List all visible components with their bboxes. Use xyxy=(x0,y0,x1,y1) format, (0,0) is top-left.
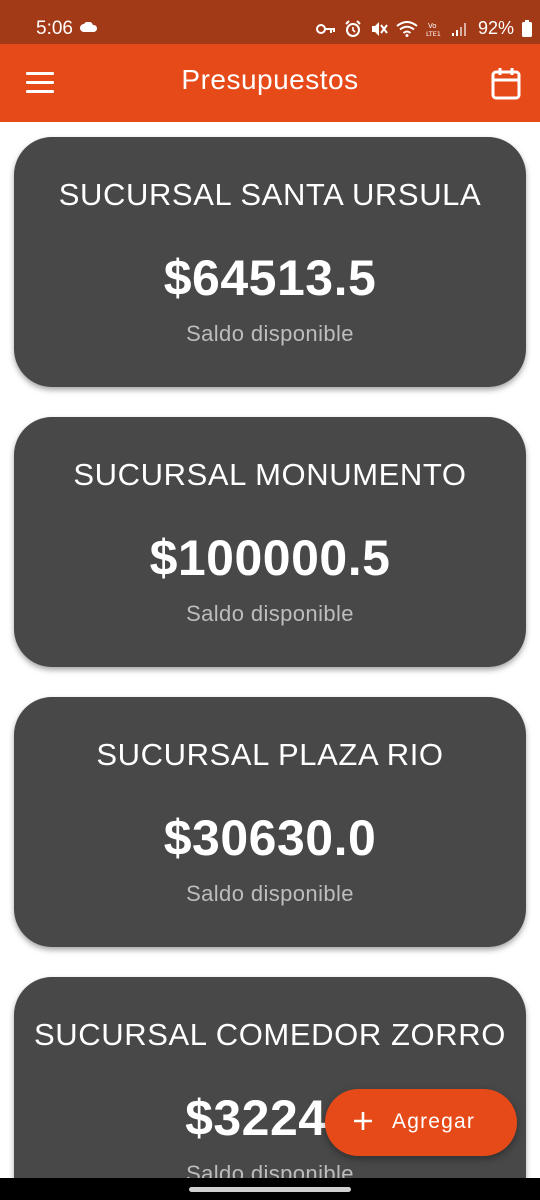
battery-icon xyxy=(522,20,533,37)
balance-amount: $30630.0 xyxy=(163,810,377,866)
page-title: Presupuestos xyxy=(181,64,359,95)
status-time: 5:06 xyxy=(36,18,73,39)
status-icons: Vo LTE1 92% xyxy=(316,18,533,39)
add-button[interactable]: Agregar xyxy=(325,1089,517,1156)
svg-text:LTE1: LTE1 xyxy=(426,30,441,37)
budget-list[interactable]: SUCURSAL SANTA URSULA $64513.5 Saldo dis… xyxy=(0,122,540,1178)
budget-card[interactable]: SUCURSAL MONUMENTO $100000.5 Saldo dispo… xyxy=(14,417,526,667)
balance-label: Saldo disponible xyxy=(186,321,354,346)
balance-amount: $64513.5 xyxy=(163,250,377,306)
status-bar: 5:06 Vo LTE1 92% xyxy=(0,0,540,44)
volte-icon: Vo LTE1 xyxy=(426,22,441,37)
budget-card[interactable]: SUCURSAL PLAZA RIO $30630.0 Saldo dispon… xyxy=(14,697,526,947)
cloud-icon xyxy=(80,22,97,32)
branch-name: SUCURSAL MONUMENTO xyxy=(73,457,467,492)
app-bar: Presupuestos xyxy=(0,44,540,122)
branch-name: SUCURSAL COMEDOR ZORRO xyxy=(34,1017,506,1052)
add-button-label: Agregar xyxy=(392,1110,476,1133)
calendar-button[interactable] xyxy=(490,66,522,102)
key-icon xyxy=(316,23,335,34)
balance-label: Saldo disponible xyxy=(186,1161,354,1178)
balance-label: Saldo disponible xyxy=(186,601,354,626)
calendar-icon xyxy=(491,68,521,100)
balance-label: Saldo disponible xyxy=(186,881,354,906)
home-gesture-handle[interactable] xyxy=(189,1187,351,1192)
alarm-icon xyxy=(345,19,361,37)
battery-percent: 92% xyxy=(478,18,515,38)
mute-icon xyxy=(372,21,388,36)
navigation-bar xyxy=(0,1178,540,1200)
budget-card[interactable]: SUCURSAL SANTA URSULA $64513.5 Saldo dis… xyxy=(14,137,526,387)
branch-name: SUCURSAL SANTA URSULA xyxy=(58,177,482,212)
plus-icon xyxy=(354,1112,372,1130)
svg-text:Vo: Vo xyxy=(428,22,437,30)
signal-icon xyxy=(452,22,466,36)
balance-amount: $100000.5 xyxy=(149,530,391,586)
wifi-icon xyxy=(396,20,418,37)
branch-name: SUCURSAL PLAZA RIO xyxy=(96,737,444,772)
